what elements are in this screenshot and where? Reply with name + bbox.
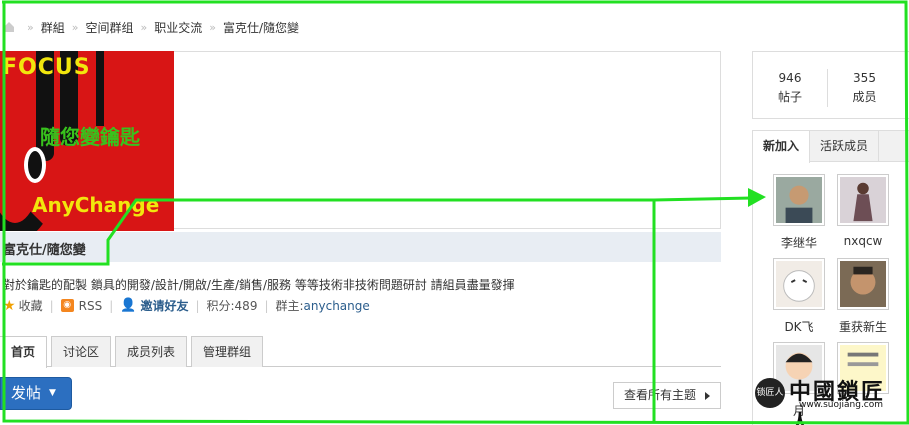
member-name: DK飞 [784, 320, 814, 334]
member-name: 重获新生 [838, 320, 887, 334]
points-value: 489 [234, 298, 258, 313]
stat-posts[interactable]: 946 帖子 [753, 69, 827, 107]
owner-label: 群主: [275, 299, 304, 313]
group-name-bar: 富克仕/隨您變 [0, 232, 721, 262]
photo-woman-icon[interactable] [837, 174, 889, 226]
breadcrumb-separator-icon: » [71, 20, 79, 34]
tab-manage-group[interactable]: 管理群组 [191, 336, 264, 367]
logo-slogan-text: 隨您變鑰匙 [40, 125, 140, 149]
member-name: 李继华 [780, 236, 817, 250]
stat-value: 946 [778, 71, 802, 85]
favorite-link[interactable]: 收藏 [19, 297, 43, 314]
tab-member-list[interactable]: 成员列表 [115, 336, 188, 367]
group-description: 對於鑰匙的配製 鎖具的開發/設計/開啟/生產/銷售/服務 等等技術非技術問題研討… [3, 278, 515, 292]
photo-man-icon[interactable] [837, 258, 889, 310]
invite-friends-link[interactable]: 邀请好友 [140, 297, 188, 314]
logo-brand-text: FOCUS [2, 55, 91, 80]
chevron-right-icon [705, 392, 710, 400]
view-all-topics-button[interactable]: 查看所有主题 [613, 382, 721, 409]
tab-active-members[interactable]: 活跃成员 [810, 131, 880, 162]
stat-value: 355 [853, 71, 876, 85]
group-logo: FOCUS 隨您變鑰匙 AnyChange [0, 51, 174, 231]
breadcrumb-separator-icon: » [140, 20, 148, 34]
stat-label: 帖子 [777, 90, 802, 104]
view-all-topics-label: 查看所有主题 [624, 388, 697, 402]
member-item[interactable]: 重获新生 [833, 258, 893, 335]
rss-link[interactable]: RSS [79, 299, 103, 313]
logo-english-text: AnyChange [32, 193, 160, 217]
breadcrumb-separator-icon: » [27, 20, 34, 34]
logo-shape [96, 51, 104, 126]
invite-user-icon[interactable]: 👤 [120, 298, 136, 313]
tab-new-members[interactable]: 新加入 [753, 131, 811, 163]
member-tabs: 新加入 活跃成员 [752, 130, 909, 163]
breadcrumb-item[interactable]: 空间群组 [85, 19, 133, 36]
post-button[interactable]: 发帖 ▼ [0, 377, 72, 410]
stat-label: 成员 [852, 90, 877, 104]
group-tabs: 首页 讨论区 成员列表 管理群组 [0, 336, 721, 368]
breadcrumb-item[interactable]: 职业交流 [154, 19, 202, 36]
watermark-stamp: 锁匠人 [755, 378, 785, 408]
divider: | [264, 298, 269, 313]
member-item[interactable]: 李继华 [769, 174, 829, 251]
tab-discussion[interactable]: 讨论区 [51, 336, 112, 367]
group-stats: 946 帖子 355 成员 [752, 51, 909, 119]
star-icon[interactable]: ★ [3, 298, 16, 314]
photo-man-icon[interactable] [773, 174, 825, 226]
owner-link[interactable]: anychange [304, 299, 370, 313]
breadcrumb: » 群組 » 空间群组 » 职业交流 » 富克仕/隨您變 [0, 14, 299, 40]
breadcrumb-item-current[interactable]: 富克仕/隨您變 [223, 19, 299, 36]
watermark-url: www.suojiang.com [799, 400, 884, 410]
caret-down-icon: ▼ [49, 388, 56, 398]
group-meta: ★ 收藏 | ◉ RSS | 👤 邀请好友 | 积分: 489 | 群主: an… [3, 297, 370, 314]
divider: | [49, 298, 54, 313]
rss-icon[interactable]: ◉ [60, 299, 74, 312]
breadcrumb-item[interactable]: 群組 [41, 19, 65, 36]
tab-home[interactable]: 首页 [0, 336, 48, 368]
post-button-label: 发帖 [11, 384, 42, 402]
divider: | [195, 298, 200, 313]
member-item[interactable]: nxqcw [833, 174, 893, 248]
logo-shape [24, 147, 46, 183]
cartoon-icon[interactable] [773, 258, 825, 310]
points-label: 积分: [206, 299, 235, 313]
stat-members[interactable]: 355 成员 [827, 69, 901, 107]
home-icon[interactable] [2, 20, 20, 34]
member-name: nxqcw [843, 234, 883, 248]
divider: | [109, 298, 114, 313]
watermark: 锁匠人 中國鎖匠人 www.suojiang.com [755, 372, 905, 425]
breadcrumb-separator-icon: » [209, 20, 216, 34]
group-name: 富克仕/隨您變 [3, 243, 86, 258]
member-item[interactable]: DK飞 [769, 258, 829, 335]
